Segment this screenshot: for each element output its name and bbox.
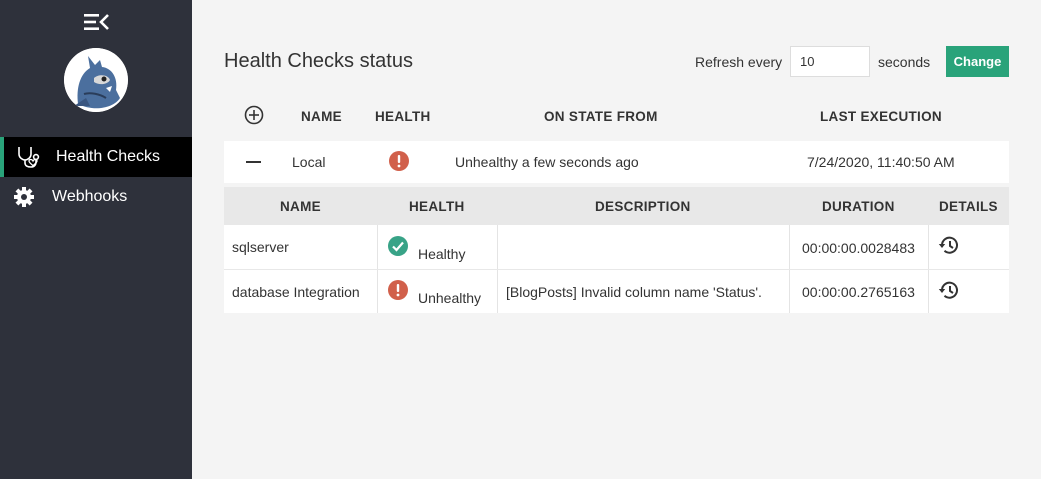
entry-name: database Integration — [232, 284, 360, 300]
history-icon[interactable] — [938, 234, 960, 256]
column-header-details: DETAILS — [939, 199, 998, 214]
unhealthy-icon — [389, 151, 409, 171]
entry-name: sqlserver — [232, 239, 289, 255]
sidebar-item-health-checks[interactable]: Health Checks — [0, 137, 192, 177]
seconds-label: seconds — [878, 54, 931, 70]
last-execution: 7/24/2020, 11:40:50 AM — [807, 154, 955, 170]
sidebar-item-label: Webhooks — [52, 188, 128, 205]
check-name: Local — [292, 154, 326, 170]
column-header-last-execution: LAST EXECUTION — [820, 109, 942, 124]
entry-health: Unhealthy — [418, 290, 482, 306]
change-button[interactable]: Change — [946, 46, 1009, 77]
collapse-icon[interactable] — [246, 161, 261, 163]
gear-icon — [14, 187, 34, 207]
column-header-on-state-from: ON STATE FROM — [544, 109, 658, 124]
menu-collapse-icon[interactable] — [84, 12, 110, 32]
monster-logo-icon — [64, 48, 128, 112]
entry-health: Healthy — [418, 246, 466, 262]
healthy-icon — [388, 236, 408, 256]
stethoscope-icon — [18, 147, 40, 168]
page-title: Health Checks status — [224, 50, 413, 72]
refresh-interval-input[interactable] — [790, 46, 870, 77]
entry-description: [BlogPosts] Invalid column name 'Status'… — [506, 284, 762, 300]
column-header-name: NAME — [301, 109, 342, 124]
column-header-duration: DURATION — [822, 199, 895, 214]
unhealthy-icon — [388, 280, 408, 300]
expand-all-icon[interactable] — [244, 105, 264, 125]
refresh-label: Refresh every — [695, 54, 783, 70]
avatar — [64, 48, 128, 112]
column-header-health: HEALTH — [375, 109, 431, 124]
sidebar-item-webhooks[interactable]: Webhooks — [0, 177, 192, 217]
column-header-description: DESCRIPTION — [595, 199, 691, 214]
history-icon[interactable] — [938, 279, 960, 301]
entry-duration: 00:00:00.0028483 — [802, 240, 915, 256]
column-header-health: HEALTH — [409, 199, 465, 214]
divider — [224, 269, 1009, 270]
sidebar-item-label: Health Checks — [56, 148, 161, 165]
column-header-name: NAME — [280, 199, 321, 214]
on-state-from: Unhealthy a few seconds ago — [455, 154, 639, 170]
sidebar: Health Checks Webhooks — [0, 0, 192, 479]
entry-duration: 00:00:00.2765163 — [802, 284, 915, 300]
